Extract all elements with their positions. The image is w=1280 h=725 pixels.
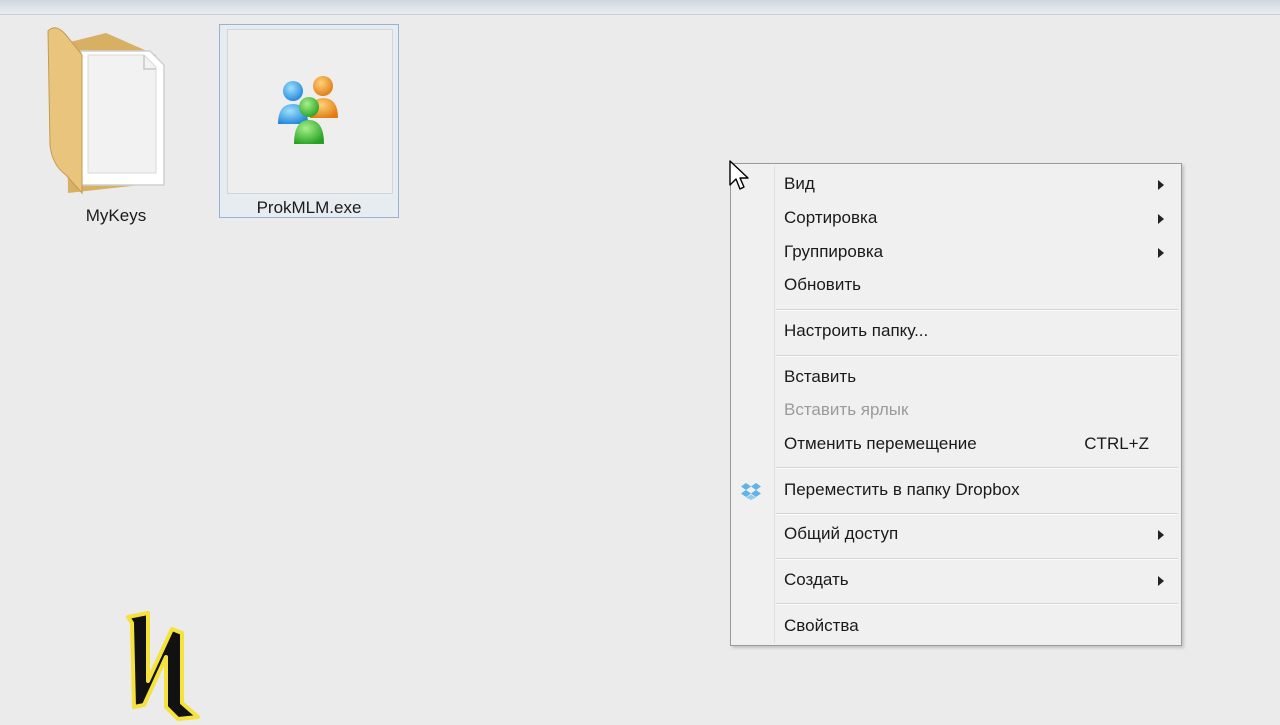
menu-item-sort[interactable]: Сортировка [733,203,1179,235]
logo-letter-icon [126,611,200,721]
menu-item-new[interactable]: Создать [733,565,1179,597]
submenu-arrow-icon [1158,214,1164,224]
menu-item-group[interactable]: Группировка [733,237,1179,269]
folder-item-mykeys[interactable]: MyKeys [30,25,202,230]
menu-item-label: Вид [784,174,815,193]
menu-item-label: Создать [784,570,849,589]
dropbox-icon [741,483,761,500]
submenu-arrow-icon [1158,248,1164,258]
menu-item-label: Обновить [784,275,861,294]
menu-item-label: Вставить [784,367,857,386]
menu-item-customize-folder[interactable]: Настроить папку... [733,316,1179,348]
folder-label: MyKeys [85,206,147,225]
file-label: ProkMLM.exe [256,198,362,217]
menu-separator [776,309,1178,311]
menu-item-refresh[interactable]: Обновить [733,270,1179,302]
menu-separator [776,513,1178,515]
window-top-strip [0,0,1280,15]
menu-item-sharing[interactable]: Общий доступ [733,519,1179,551]
menu-item-label: Группировка [784,242,884,261]
menu-item-label: Общий доступ [784,524,899,543]
thumbnail-frame [227,29,393,194]
menu-separator [776,558,1178,560]
menu-item-properties[interactable]: Свойства [733,611,1179,643]
users-app-icon [278,76,338,144]
menu-item-move-to-dropbox[interactable]: Переместить в папку Dropbox [733,475,1179,507]
folder-icon [47,27,165,195]
menu-separator [776,603,1178,605]
menu-item-label: Сортировка [784,208,878,227]
menu-item-undo-move[interactable]: Отменить перемещение CTRL+Z [733,429,1179,461]
submenu-arrow-icon [1158,180,1164,190]
menu-item-label: Настроить папку... [784,321,929,340]
menu-item-label: Переместить в папку Dropbox [784,480,1020,499]
menu-separator [776,355,1178,357]
context-menu: Вид Сортировка Группировка Обновить Наст… [730,163,1182,646]
menu-item-paste-shortcut: Вставить ярлык [733,395,1179,427]
submenu-arrow-icon [1158,576,1164,586]
file-item-prokmlm[interactable]: ProkMLM.exe [219,24,399,218]
submenu-arrow-icon [1158,530,1164,540]
menu-item-view[interactable]: Вид [733,169,1179,201]
menu-separator [776,467,1178,469]
menu-item-label: Вставить ярлык [784,400,909,419]
menu-item-paste[interactable]: Вставить [733,362,1179,394]
mouse-pointer-icon [729,160,749,190]
menu-item-shortcut: CTRL+Z [1084,434,1149,453]
menu-item-label: Свойства [784,616,859,635]
menu-item-label: Отменить перемещение [784,434,977,453]
